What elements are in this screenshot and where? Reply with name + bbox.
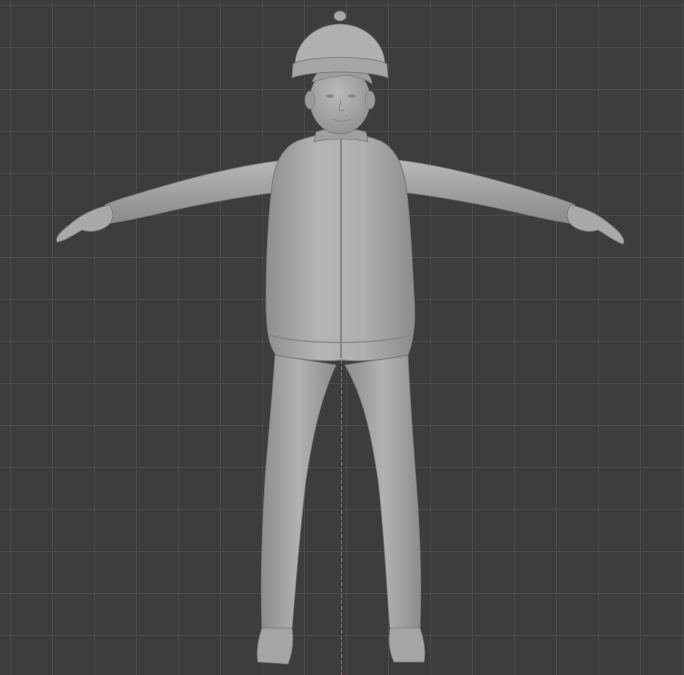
left-foot xyxy=(256,627,294,665)
right-foot xyxy=(388,627,426,663)
character-model[interactable] xyxy=(0,0,684,675)
3d-viewport[interactable] xyxy=(0,0,684,675)
left-leg xyxy=(256,354,337,665)
left-arm xyxy=(56,159,286,243)
right-leg xyxy=(344,354,426,663)
beanie-hat xyxy=(291,10,389,79)
hat-pompom xyxy=(333,10,347,22)
right-hand xyxy=(566,204,625,245)
right-arm xyxy=(397,159,625,245)
left-hand xyxy=(56,204,114,243)
head xyxy=(304,62,376,135)
